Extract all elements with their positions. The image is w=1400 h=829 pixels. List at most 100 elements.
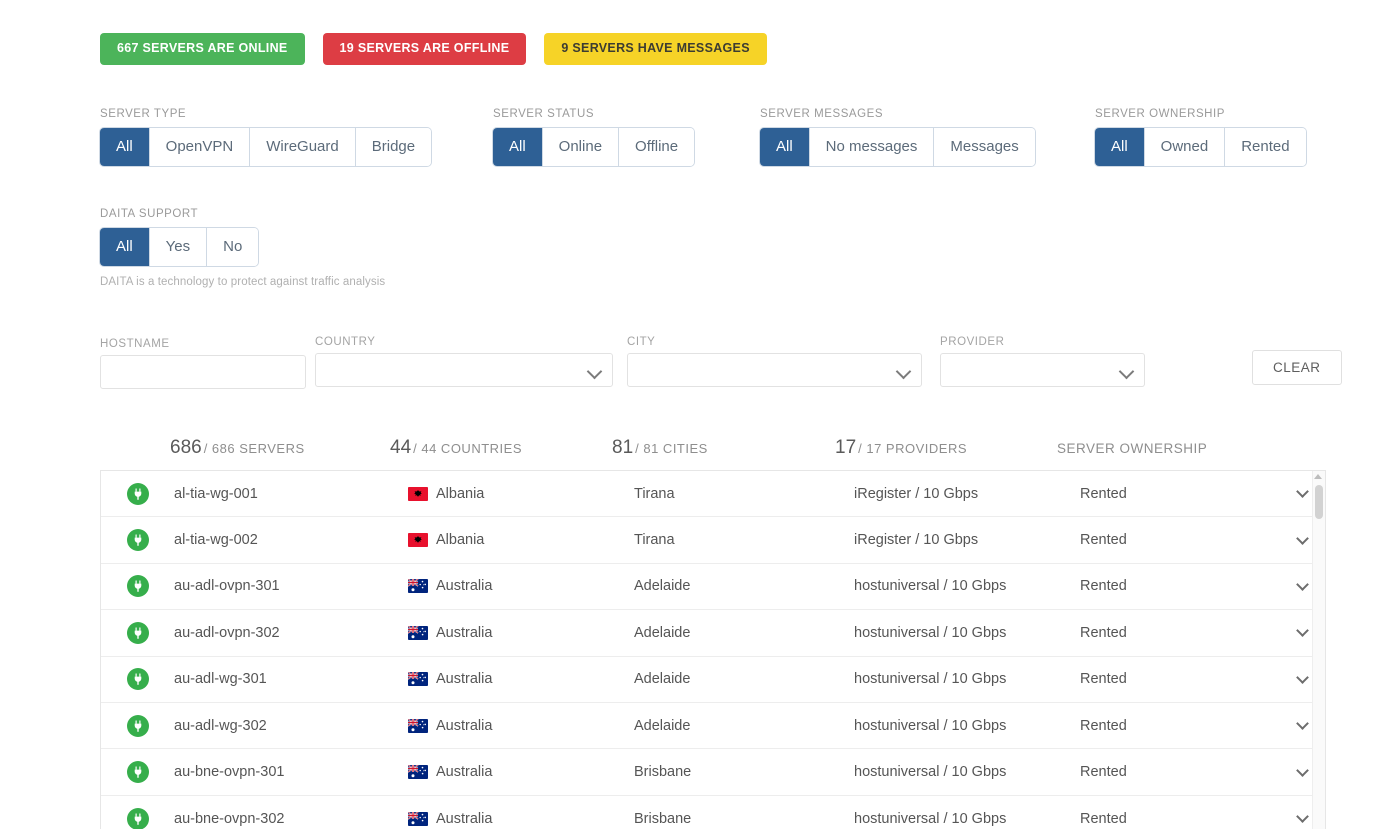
table-row[interactable]: al-tia-wg-001 Albania Tirana iRegister / 10… [101, 471, 1325, 518]
table-row[interactable]: au-bne-ovpn-302 Australia Brisbane hostuniv… [101, 796, 1325, 829]
server-country: Albania [436, 485, 485, 502]
filter-server-type-openvpn[interactable]: OpenVPN [148, 128, 250, 166]
servers-count-total: / 686 SERVERS [203, 441, 305, 456]
chevron-down-icon [1296, 717, 1309, 731]
server-country-cell: Australia [408, 811, 634, 827]
table-row[interactable]: au-adl-wg-301 Australia Adelaide hostuniver… [101, 657, 1325, 703]
filter-server-type-all[interactable]: All [100, 128, 149, 166]
server-country: Australia [436, 671, 493, 688]
server-city: Tirana [634, 485, 675, 502]
chevron-down-icon [895, 363, 912, 380]
country-flag-icon [408, 765, 428, 780]
filter-server-ownership-all[interactable]: All [1095, 128, 1144, 166]
results-summary: 686/ 686 SERVERS 44/ 44 COUNTRIES 81/ 81… [100, 437, 1326, 469]
server-ownership: Rented [1080, 764, 1127, 781]
filter-server-type: SERVER TYPE All OpenVPN WireGuard Bridge [100, 108, 432, 166]
server-status-cell [101, 482, 174, 505]
server-online-icon [126, 668, 149, 691]
filter-server-messages-messages[interactable]: Messages [933, 128, 1035, 166]
filter-server-ownership: SERVER OWNERSHIP All Owned Rented [1095, 108, 1306, 166]
server-online-icon [126, 482, 149, 505]
filter-daita-all[interactable]: All [100, 228, 149, 266]
scrollbar-thumb[interactable] [1315, 485, 1323, 519]
table-row[interactable]: au-adl-ovpn-301 Australia Adelaide hostuniv… [101, 564, 1325, 611]
table-row[interactable]: au-adl-ovpn-302 Australia Adelaide hostuniv… [101, 610, 1325, 657]
server-city: Adelaide [634, 624, 691, 641]
filter-server-ownership-label: SERVER OWNERSHIP [1095, 108, 1225, 120]
chevron-down-icon [1296, 578, 1309, 591]
server-hostname: au-adl-ovpn-302 [174, 624, 280, 641]
server-status-cell [101, 575, 174, 598]
servers-online-pill[interactable]: 667 SERVERS ARE ONLINE [100, 33, 305, 65]
server-online-icon [126, 529, 149, 552]
city-label: CITY [627, 336, 656, 348]
cities-count: 81/ 81 CITIES [612, 437, 708, 459]
filter-server-type-wireguard[interactable]: WireGuard [249, 128, 355, 166]
filter-server-status-online[interactable]: Online [541, 128, 619, 166]
table-row[interactable]: au-bne-ovpn-301 Australia Brisbane hostuniv… [101, 749, 1325, 796]
scroll-up-arrow-icon[interactable] [1314, 474, 1322, 479]
filter-server-ownership-rented[interactable]: Rented [1224, 128, 1306, 166]
servers-messages-pill[interactable]: 9 SERVERS HAVE MESSAGES [544, 33, 767, 65]
filter-server-type-group: All OpenVPN WireGuard Bridge [100, 128, 432, 166]
country-select[interactable] [315, 353, 613, 387]
filter-daita-yes[interactable]: Yes [148, 228, 207, 266]
cities-count-total: / 81 CITIES [635, 441, 708, 456]
countries-count-current: 44 [390, 437, 412, 458]
server-status-cell [101, 621, 174, 644]
server-provider: hostuniversal / 10 Gbps [854, 624, 1007, 641]
filter-server-status-all[interactable]: All [493, 128, 542, 166]
search-filter-row: HOSTNAME COUNTRY CITY PROVIDER CLEAR [100, 330, 1342, 390]
server-table: al-tia-wg-001 Albania Tirana iRegister / 10… [100, 470, 1326, 829]
server-country: Australia [436, 578, 493, 595]
chevron-down-icon [1296, 624, 1309, 638]
clear-button[interactable]: CLEAR [1252, 350, 1342, 385]
cities-count-current: 81 [612, 437, 634, 458]
filter-server-status-offline[interactable]: Offline [618, 128, 695, 166]
filter-server-messages-no-messages[interactable]: No messages [808, 128, 934, 166]
server-provider: hostuniversal / 10 Gbps [854, 578, 1007, 595]
server-online-icon [126, 621, 149, 644]
server-ownership: Rented [1080, 717, 1127, 734]
server-country: Albania [436, 532, 485, 549]
hostname-field-wrap: HOSTNAME [100, 338, 306, 389]
providers-count-total: / 17 PROVIDERS [858, 441, 968, 456]
provider-label: PROVIDER [940, 336, 1005, 348]
server-provider: iRegister / 10 Gbps [854, 532, 979, 549]
chevron-down-icon [1296, 763, 1309, 777]
hostname-label: HOSTNAME [100, 338, 170, 350]
city-field-wrap: CITY [627, 336, 922, 387]
chevron-down-icon [1296, 531, 1309, 545]
server-list-page: 667 SERVERS ARE ONLINE 19 SERVERS ARE OF… [0, 0, 1400, 829]
server-status-cell [101, 807, 174, 829]
country-field-wrap: COUNTRY [315, 336, 613, 387]
server-hostname: au-bne-ovpn-302 [174, 810, 285, 827]
countries-count: 44/ 44 COUNTRIES [390, 437, 522, 459]
server-provider: hostuniversal / 10 Gbps [854, 764, 1007, 781]
provider-field-wrap: PROVIDER [940, 336, 1145, 387]
country-flag-icon [408, 625, 428, 640]
filter-server-ownership-owned[interactable]: Owned [1143, 128, 1225, 166]
table-scrollbar[interactable] [1312, 471, 1325, 829]
providers-count: 17/ 17 PROVIDERS [835, 437, 967, 459]
server-ownership: Rented [1080, 624, 1127, 641]
server-city: Adelaide [634, 578, 691, 595]
server-status-cell [101, 761, 174, 784]
filter-server-type-bridge[interactable]: Bridge [354, 128, 432, 166]
server-country: Australia [436, 624, 493, 641]
servers-offline-pill[interactable]: 19 SERVERS ARE OFFLINE [322, 33, 527, 65]
provider-select[interactable] [940, 353, 1145, 387]
server-country-cell: Albania [408, 532, 634, 548]
filter-server-messages: SERVER MESSAGES All No messages Messages [760, 108, 1035, 166]
country-flag-icon [408, 579, 428, 594]
filter-server-messages-all[interactable]: All [760, 128, 809, 166]
table-row[interactable]: al-tia-wg-002 Albania Tirana iRegister / 10… [101, 517, 1325, 564]
filter-daita-no[interactable]: No [206, 228, 259, 266]
server-provider: iRegister / 10 Gbps [854, 485, 979, 502]
server-country-cell: Australia [408, 764, 634, 780]
city-select[interactable] [627, 353, 922, 387]
hostname-input[interactable] [100, 355, 306, 389]
table-row[interactable]: au-adl-wg-302 Australia Adelaide hostuniver… [101, 703, 1325, 750]
server-status-cell [101, 668, 174, 691]
filter-panel: SERVER TYPE All OpenVPN WireGuard Bridge… [100, 108, 1350, 288]
